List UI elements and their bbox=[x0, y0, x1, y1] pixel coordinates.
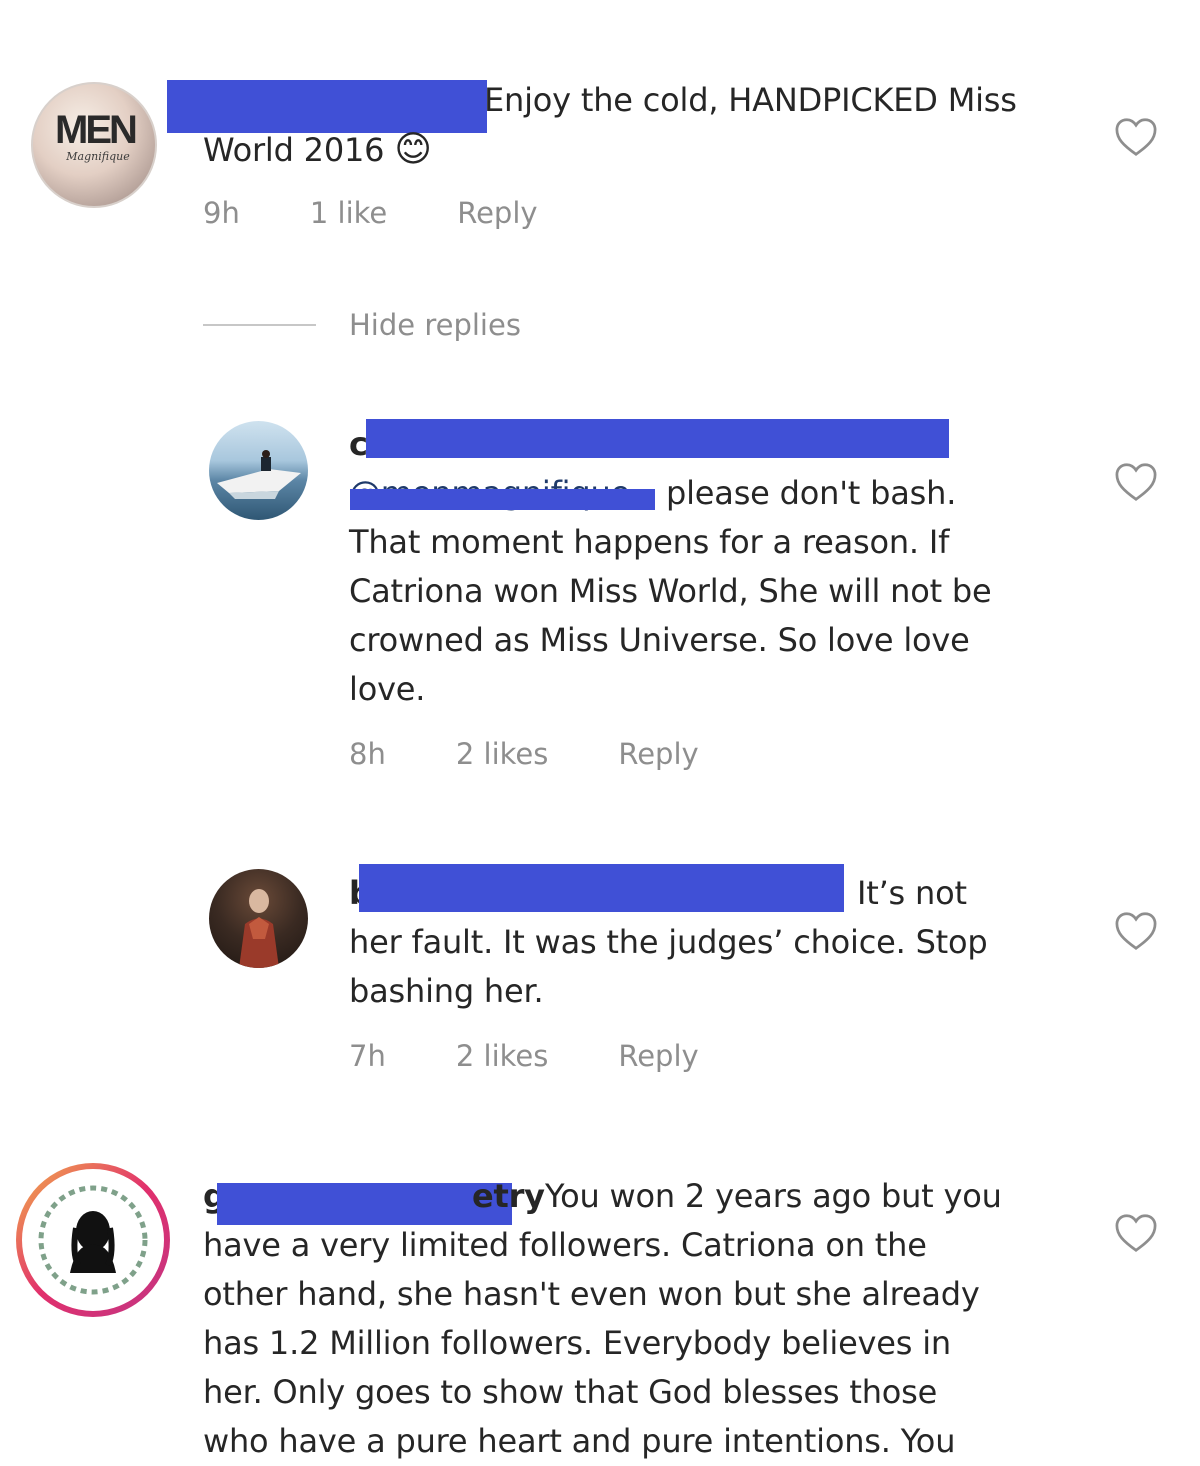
avatar-image bbox=[22, 1169, 164, 1311]
boat-photo bbox=[217, 450, 301, 499]
comment-text: It’s not bbox=[857, 874, 967, 912]
comment-text-line: crowned as Miss Universe. So love love bbox=[349, 621, 970, 659]
avatar-men-magnifique[interactable]: MEN Magnifique bbox=[31, 82, 157, 208]
avatar-user-c[interactable] bbox=[209, 421, 308, 520]
comment-text-line: who have a pure heart and pure intention… bbox=[203, 1422, 956, 1460]
hide-replies-button[interactable]: Hide replies bbox=[349, 308, 521, 342]
comment-text: please don't bash. bbox=[666, 474, 957, 512]
redaction-box bbox=[359, 864, 844, 912]
heart-icon[interactable] bbox=[1114, 462, 1158, 502]
reply-button[interactable]: Reply bbox=[618, 1039, 698, 1073]
heart-icon[interactable] bbox=[1114, 117, 1158, 157]
portrait-photo bbox=[239, 889, 279, 968]
comment-text-line: her. Only goes to show that God blesses … bbox=[203, 1373, 938, 1411]
smile-emoji: 😊 bbox=[394, 129, 432, 170]
comment-time: 8h bbox=[349, 737, 386, 771]
comment-text-line: her fault. It was the judges’ choice. St… bbox=[349, 923, 988, 961]
comment-text-line: bashing her. bbox=[349, 972, 544, 1010]
comment-meta: 8h 2 likes Reply bbox=[349, 737, 769, 771]
comment-text-line: has 1.2 Million followers. Everybody bel… bbox=[203, 1324, 951, 1362]
hide-replies-line bbox=[203, 324, 316, 326]
comment-time: 9h bbox=[203, 196, 240, 230]
comment-meta: 7h 2 likes Reply bbox=[349, 1039, 769, 1073]
redaction-box bbox=[217, 1183, 512, 1225]
redaction-box bbox=[350, 489, 655, 510]
comment-text: Enjoy the cold, HANDPICKED Miss bbox=[484, 81, 1017, 119]
reply-button[interactable]: Reply bbox=[457, 196, 537, 230]
comment-text-line: love. bbox=[349, 670, 426, 708]
avatar-logo-subtext: Magnifique bbox=[66, 150, 130, 163]
comment-text-line: World 2016 😊 bbox=[203, 129, 432, 170]
comment-username-initial[interactable]: c bbox=[349, 420, 368, 469]
comment-likes[interactable]: 1 like bbox=[310, 196, 387, 230]
comment-text-line: have a very limited followers. Catriona … bbox=[203, 1226, 927, 1264]
comment-text-line: Catriona won Miss World, She will not be bbox=[349, 572, 992, 610]
reply-button[interactable]: Reply bbox=[618, 737, 698, 771]
avatar-story-ring[interactable] bbox=[16, 1163, 170, 1317]
comment-likes[interactable]: 2 likes bbox=[456, 737, 549, 771]
comment-text-line: other hand, she hasn't even won but she … bbox=[203, 1275, 980, 1313]
avatar-logo-text: MEN bbox=[55, 108, 138, 152]
comment-text: You won 2 years ago but you bbox=[545, 1177, 1002, 1215]
heart-icon[interactable] bbox=[1114, 1213, 1158, 1253]
redaction-box bbox=[366, 419, 949, 458]
comment-time: 7h bbox=[349, 1039, 386, 1073]
heart-icon[interactable] bbox=[1114, 911, 1158, 951]
avatar-user-b[interactable] bbox=[209, 869, 308, 968]
comment-likes[interactable]: 2 likes bbox=[456, 1039, 549, 1073]
comment-username-tail[interactable]: etry bbox=[472, 1172, 545, 1221]
comment-text-line: That moment happens for a reason. If bbox=[349, 523, 950, 561]
wreath-silhouette-image bbox=[38, 1185, 148, 1295]
comment-meta: 9h 1 like Reply bbox=[203, 196, 608, 230]
